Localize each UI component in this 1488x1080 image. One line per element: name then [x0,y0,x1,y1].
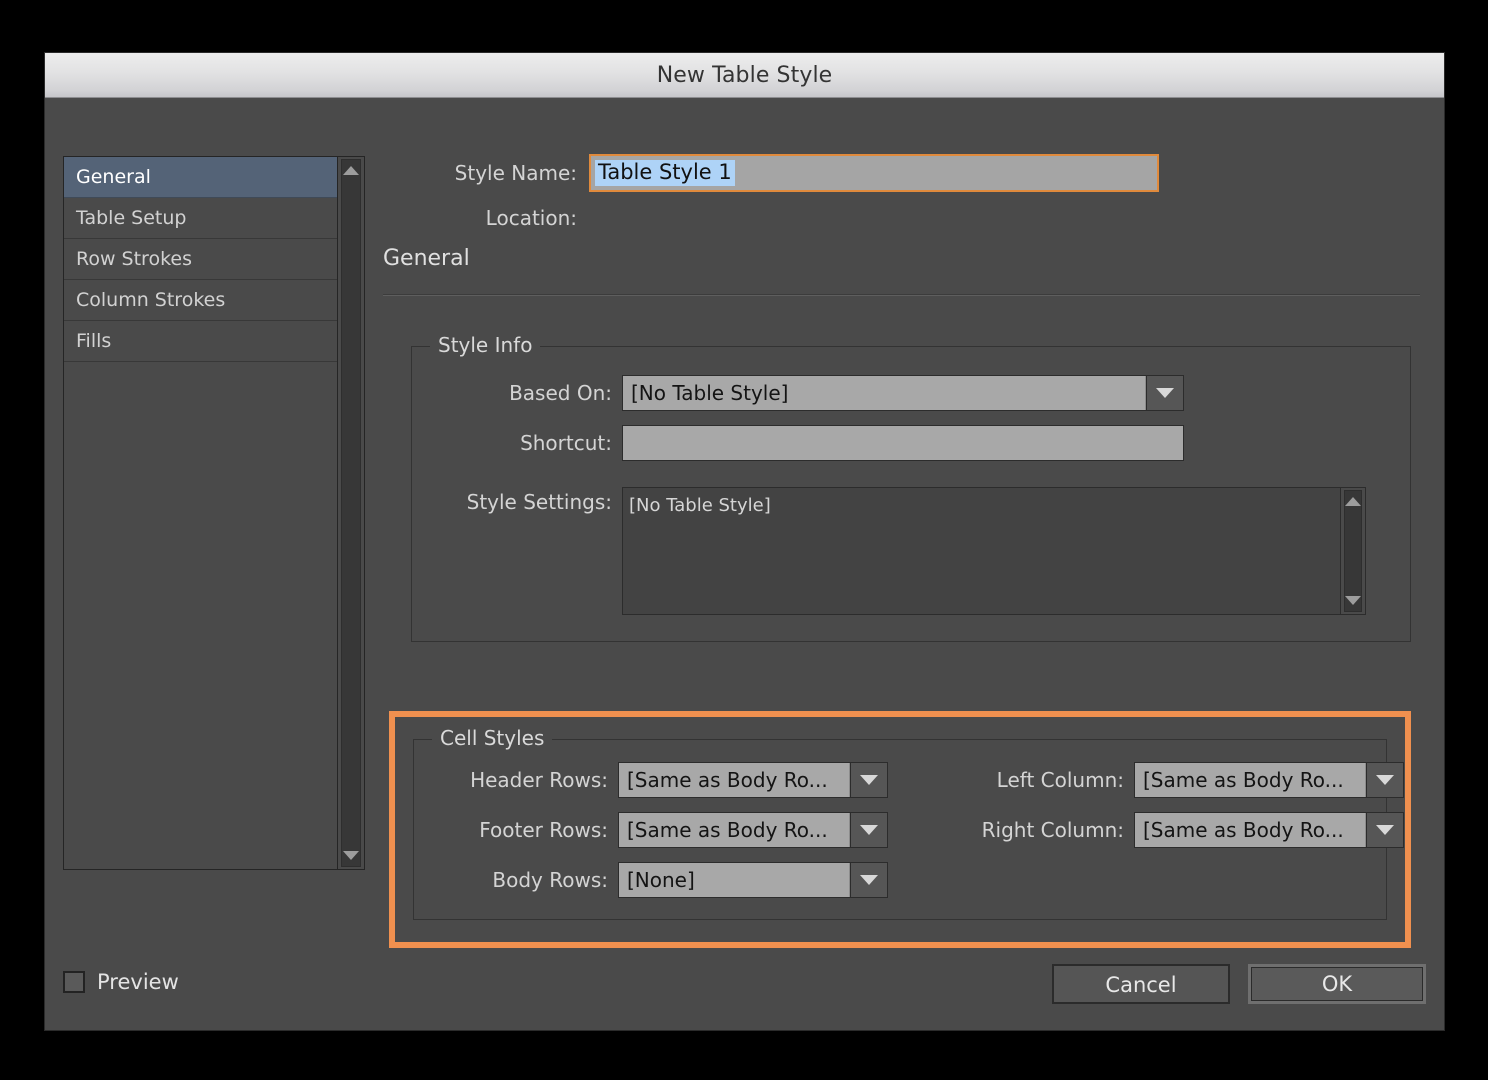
header-rows-dropdown[interactable]: [Same as Body Ro... [618,762,888,798]
ok-button[interactable]: OK [1248,964,1426,1004]
style-settings-row: Style Settings: [No Table Style] [418,487,1366,615]
footer-rows-label: Footer Rows: [479,818,608,842]
section-heading-general: General [383,246,470,271]
shortcut-row: Shortcut: [418,425,1184,461]
new-table-style-dialog: New Table Style General Table Setup Row … [44,52,1445,1031]
settings-pane: Style Name: Table Style 1 Location: Gene… [381,118,1424,1030]
based-on-row: Based On: [No Table Style] [418,375,1184,411]
sidebar-item-table-setup[interactable]: Table Setup [64,198,337,239]
dialog-titlebar: New Table Style [45,53,1444,98]
cell-styles-group: Cell Styles Header Rows: [Same as Body R… [413,726,1404,920]
left-column-label: Left Column: [996,768,1124,792]
footer-rows-dropdown[interactable]: [Same as Body Ro... [618,812,888,848]
body-rows-label: Body Rows: [492,868,608,892]
style-name-value: Table Style 1 [595,160,735,186]
category-sidebar: General Table Setup Row Strokes Column S… [63,156,365,870]
based-on-value: [No Table Style] [623,376,1146,410]
style-name-row: Style Name: Table Style 1 [381,154,1424,192]
location-row: Location: [381,206,1424,230]
triangle-down-icon[interactable] [343,851,359,860]
chevron-down-icon[interactable] [850,763,887,797]
chevron-down-icon[interactable] [850,813,887,847]
body-rows-value: [None] [619,863,850,897]
dialog-buttons: Cancel OK [1052,964,1426,1004]
right-column-value: [Same as Body Ro... [1135,813,1366,847]
header-rows-row: Header Rows: [Same as Body Ro... [428,762,888,798]
left-column-row: Left Column: [Same as Body Ro... [934,762,1404,798]
style-name-label: Style Name: [454,161,577,185]
right-column-row: Right Column: [Same as Body Ro... [934,812,1404,848]
sidebar-item-fills[interactable]: Fills [64,321,337,362]
footer-rows-value: [Same as Body Ro... [619,813,850,847]
style-info-legend: Style Info [430,333,541,357]
left-column-dropdown[interactable]: [Same as Body Ro... [1134,762,1404,798]
footer-rows-row: Footer Rows: [Same as Body Ro... [428,812,888,848]
preview-label: Preview [97,970,179,994]
shortcut-label: Shortcut: [520,431,612,455]
dialog-title: New Table Style [656,62,833,88]
preview-toggle[interactable]: Preview [63,970,179,994]
sidebar-item-general[interactable]: General [64,157,337,198]
dialog-footer: Preview Cancel OK [45,958,1444,1018]
sidebar-scrollbar[interactable] [337,157,364,869]
triangle-up-icon[interactable] [1345,497,1361,506]
cell-styles-highlight: Cell Styles Header Rows: [Same as Body R… [389,711,1411,948]
body-rows-dropdown[interactable]: [None] [618,862,888,898]
header-rows-value: [Same as Body Ro... [619,763,850,797]
based-on-label: Based On: [509,381,612,405]
style-settings-label: Style Settings: [466,490,612,514]
left-column-value: [Same as Body Ro... [1135,763,1366,797]
right-column-dropdown[interactable]: [Same as Body Ro... [1134,812,1404,848]
style-name-input[interactable]: Table Style 1 [589,154,1159,192]
location-label: Location: [485,206,577,230]
style-info-group: Style Info Based On: [No Table Style] Sh… [411,333,1411,642]
style-settings-value: [No Table Style] [629,495,771,516]
right-column-label: Right Column: [981,818,1124,842]
sidebar-item-label: Table Setup [76,207,187,229]
chevron-down-icon[interactable] [1146,376,1183,410]
shortcut-input[interactable] [622,425,1184,461]
sidebar-item-label: Row Strokes [76,248,192,270]
triangle-up-icon[interactable] [343,166,359,175]
sidebar-item-label: Fills [76,330,112,352]
cancel-button[interactable]: Cancel [1052,964,1230,1004]
body-rows-row: Body Rows: [None] [428,862,888,898]
sidebar-item-column-strokes[interactable]: Column Strokes [64,280,337,321]
header-rows-label: Header Rows: [470,768,608,792]
based-on-dropdown[interactable]: [No Table Style] [622,375,1184,411]
preview-checkbox[interactable] [63,971,85,993]
style-settings-scrollbar[interactable] [1340,488,1365,614]
sidebar-item-label: Column Strokes [76,289,226,311]
triangle-down-icon[interactable] [1345,596,1361,605]
sidebar-scrollbar-track[interactable] [341,159,361,867]
cell-styles-legend: Cell Styles [432,726,553,750]
chevron-down-icon[interactable] [1366,813,1403,847]
style-settings-scrollbar-track[interactable] [1344,490,1362,612]
sidebar-item-label: General [76,166,151,188]
section-divider [383,294,1420,296]
sidebar-item-row-strokes[interactable]: Row Strokes [64,239,337,280]
category-list: General Table Setup Row Strokes Column S… [64,157,337,869]
dialog-body: General Table Setup Row Strokes Column S… [45,98,1444,1030]
chevron-down-icon[interactable] [1366,763,1403,797]
style-settings-box: [No Table Style] [622,487,1366,615]
chevron-down-icon[interactable] [850,863,887,897]
